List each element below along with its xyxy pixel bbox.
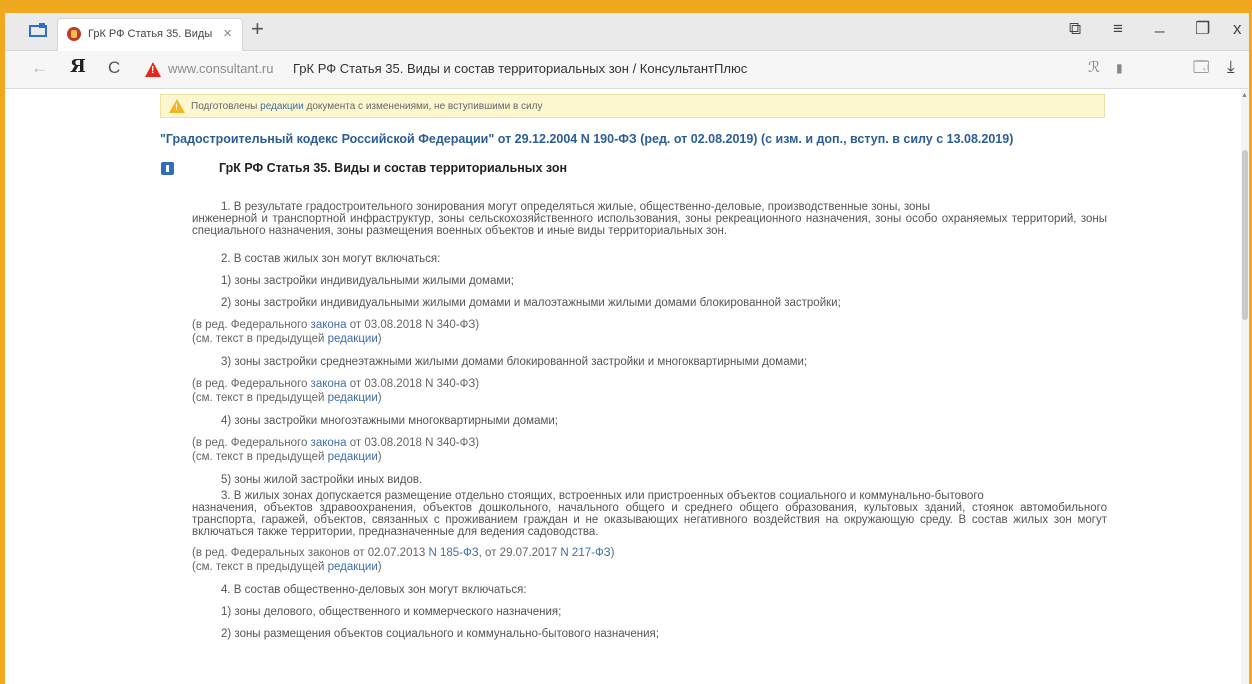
download-icon[interactable]: ⤓ [1227,58,1235,75]
law-link[interactable]: закона [311,437,347,449]
list-item: 1) зоны застройки индивидуальными жилыми… [221,275,514,287]
list-item: 4) зоны застройки многоэтажными многоква… [221,415,558,427]
amendment-note: (в ред. Федерального закона от 03.08.201… [192,437,479,449]
paragraph-3-rest: назначения, объектов здравоохранения, об… [192,502,1107,538]
note-text: от 03.08.2018 N 340-ФЗ) [346,378,480,390]
paragraph-3-first-line: 3. В жилых зонах допускается размещение … [221,490,984,502]
restore-icon[interactable]: ❐ [1195,20,1210,37]
previous-edition-note: (см. текст в предыдущей редакции) [192,392,382,404]
amendment-note: (в ред. Федерального закона от 03.08.201… [192,378,479,390]
note-text: (в ред. Федерального [192,319,311,331]
scroll-thumb[interactable] [1242,150,1248,320]
note-text: ) [377,333,382,345]
paragraph-1-rest: инженерной и транспортной инфраструктур,… [192,213,1107,237]
new-tab-button[interactable]: + [251,18,264,40]
note-text: (см. текст в предыдущей [192,561,328,573]
note-text: (см. текст в предыдущей [192,451,328,463]
article-title: ГрК РФ Статья 35. Виды и состав территор… [219,161,567,175]
edition-link[interactable]: редакции [328,392,378,404]
previous-edition-note: (см. текст в предыдущей редакции) [192,451,382,463]
note-text: ) [610,547,615,559]
translate-icon[interactable]: 🗔 [1193,60,1209,75]
tab-close-icon[interactable]: × [223,25,232,42]
note-text: ) [377,561,382,573]
tab-title: ГрК РФ Статья 35. Виды [88,28,213,40]
reload-icon[interactable]: C [108,59,120,76]
law-link[interactable]: N 185-ФЗ [428,547,478,559]
browser-window: ГрК РФ Статья 35. Виды × + ⧉ ≡ _ ❐ x ← Я… [5,10,1249,684]
list-item: 1) зоны делового, общественного и коммер… [221,606,562,618]
note-text: (в ред. Федерального [192,378,311,390]
list-item: 3) зоны застройки среднеэтажными жилыми … [221,356,808,368]
list-item: 5) зоны жилой застройки иных видов. [221,474,423,486]
previous-edition-note: (см. текст в предыдущей редакции) [192,333,382,345]
note-text: (см. текст в предыдущей [192,392,328,404]
tab-active[interactable]: ГрК РФ Статья 35. Виды × [57,18,243,51]
edition-link[interactable]: редакции [328,451,378,463]
law-link[interactable]: закона [311,378,347,390]
previous-edition-note: (см. текст в предыдущей редакции) [192,561,382,573]
notice-text-prefix: Подготовлены [191,101,261,112]
info-icon[interactable] [161,162,174,175]
edition-link[interactable]: редакции [328,333,378,345]
collections-icon[interactable]: ⧉ [1069,20,1081,37]
tabs-icon[interactable] [29,23,47,37]
paragraph-3: 3. В жилых зонах допускается размещение … [192,490,1107,538]
yandex-logo[interactable]: Я [70,58,86,76]
reader-mode-icon[interactable]: ℛ [1088,60,1100,75]
address-toolbar: ← Я C www.consultant.ru ГрК РФ Статья 35… [5,51,1249,89]
back-arrow-icon[interactable]: ← [31,59,48,76]
scroll-up-icon[interactable]: ▲ [1241,92,1248,99]
note-text: (см. текст в предыдущей [192,333,328,345]
note-text: (в ред. Федеральных законов от 02.07.201… [192,547,429,559]
menu-icon[interactable]: ≡ [1113,20,1123,37]
address-domain[interactable]: www.consultant.ru [168,61,274,76]
paragraph-1-first-line: 1. В результате градостроительного зонир… [221,201,930,213]
paragraph-2: 2. В состав жилых зон могут включаться: [221,253,441,265]
edition-link[interactable]: редакции [328,561,378,573]
warning-icon [169,99,185,113]
amendment-note: (в ред. Федерального закона от 03.08.201… [192,319,479,331]
note-text: , от 29.07.2017 [478,547,561,559]
warning-icon[interactable] [145,62,161,77]
scrollbar[interactable]: ▲ [1241,90,1249,684]
paragraph-1: 1. В результате градостроительного зонир… [192,201,1107,237]
notice-text-suffix: документа с изменениями, не вступившими … [303,101,543,112]
list-item: 2) зоны застройки индивидуальными жилыми… [221,297,841,309]
close-icon[interactable]: x [1233,20,1242,37]
notice-banner: Подготовлены редакции документа с измене… [160,94,1105,118]
note-text: от 03.08.2018 N 340-ФЗ) [346,437,480,449]
consultant-favicon [67,27,81,41]
document-title[interactable]: "Градостроительный кодекс Российской Фед… [160,132,1013,146]
tab-strip: ГрК РФ Статья 35. Виды × + ⧉ ≡ _ ❐ x [5,13,1249,51]
paragraph-4: 4. В состав общественно-деловых зон могу… [221,584,527,596]
page-content: Подготовлены редакции документа с измене… [5,90,1241,684]
minimize-icon[interactable]: _ [1155,15,1164,32]
note-text: ) [377,392,382,404]
amendment-note: (в ред. Федеральных законов от 02.07.201… [192,547,614,559]
notice-link[interactable]: редакции [260,101,304,112]
note-text: (в ред. Федерального [192,437,311,449]
law-link[interactable]: N 217-ФЗ [560,547,610,559]
note-text: ) [377,451,382,463]
law-link[interactable]: закона [311,319,347,331]
list-item: 2) зоны размещения объектов социального … [221,628,659,640]
note-text: от 03.08.2018 N 340-ФЗ) [346,319,480,331]
address-title[interactable]: ГрК РФ Статья 35. Виды и состав территор… [293,61,747,76]
bookmark-icon[interactable]: ▮ [1116,62,1123,74]
